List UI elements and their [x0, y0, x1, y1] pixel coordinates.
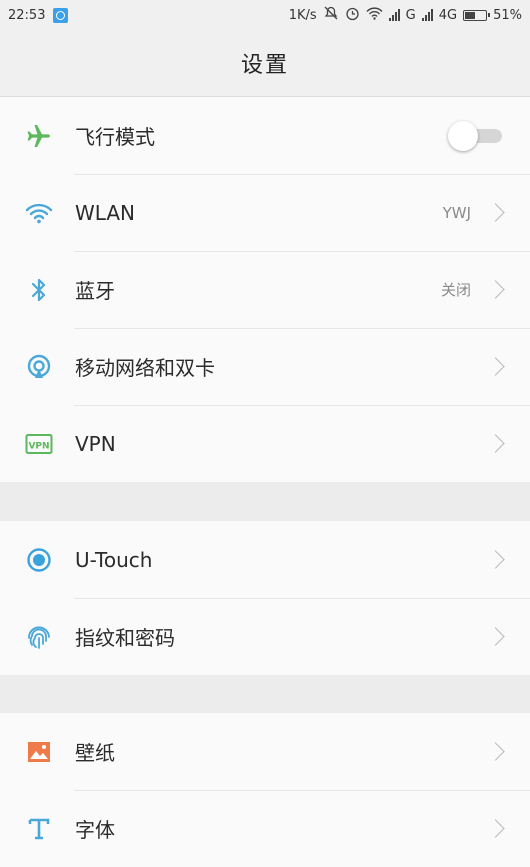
font-icon [25, 815, 53, 843]
settings-item-label: 蓝牙 [75, 279, 115, 303]
chevron-right-icon [486, 627, 505, 646]
mute-icon [323, 6, 339, 24]
chevron-right-icon [486, 550, 505, 569]
settings-group-security: U-Touch 指纹和密码 [0, 521, 530, 675]
settings-group-network: 飞行模式 WLAN YWJ 蓝牙 关闭 移动网络和双卡 VPN VPN [0, 97, 530, 482]
airplane-icon [25, 122, 53, 150]
chevron-right-icon [486, 819, 505, 838]
settings-item-label: 指纹和密码 [75, 626, 175, 650]
mobile-network-icon [25, 353, 53, 381]
settings-group-display: 壁纸 字体 [0, 713, 530, 867]
settings-item-u-touch[interactable]: U-Touch [0, 521, 530, 598]
chevron-right-icon [486, 434, 505, 453]
airplane-mode-toggle[interactable] [448, 120, 502, 151]
chevron-right-icon [486, 203, 505, 222]
network-speed: 1K/s [288, 7, 317, 23]
settings-item-bluetooth[interactable]: 蓝牙 关闭 [0, 251, 530, 328]
page-title: 设置 [240, 53, 289, 78]
wifi-status-icon [366, 6, 383, 24]
chevron-right-icon [486, 357, 505, 376]
chevron-right-icon [486, 280, 505, 299]
u-touch-icon [25, 546, 53, 574]
status-time: 22:53 [8, 7, 46, 23]
settings-item-wallpaper[interactable]: 壁纸 [0, 713, 530, 790]
settings-item-label: 移动网络和双卡 [75, 356, 215, 380]
settings-item-label: 飞行模式 [75, 125, 155, 149]
battery-icon [463, 9, 491, 21]
wlan-network-name: YWJ [442, 203, 471, 222]
settings-item-mobile-network[interactable]: 移动网络和双卡 [0, 328, 530, 405]
vpn-icon: VPN [25, 430, 53, 458]
notification-app-icon [53, 7, 69, 23]
settings-item-wlan[interactable]: WLAN YWJ [0, 174, 530, 251]
settings-item-label: 字体 [75, 818, 115, 842]
settings-item-label: WLAN [75, 200, 136, 225]
settings-item-airplane-mode[interactable]: 飞行模式 [0, 97, 530, 174]
bluetooth-icon [25, 276, 53, 304]
battery-percent: 51% [493, 7, 522, 23]
settings-item-label: VPN [75, 431, 116, 456]
alarm-icon [345, 6, 360, 25]
settings-item-fingerprint[interactable]: 指纹和密码 [0, 598, 530, 675]
settings-item-label: U-Touch [75, 547, 153, 572]
network-type-label: G [405, 7, 416, 23]
bluetooth-status: 关闭 [440, 281, 471, 299]
fingerprint-icon [25, 623, 53, 651]
network-type-label-2: 4G [438, 7, 458, 23]
status-bar: 22:53 1K/s G 4G 51% [0, 0, 530, 30]
settings-item-font[interactable]: 字体 [0, 790, 530, 867]
signal-strength-icon-2 [421, 9, 433, 21]
title-bar: 设置 [0, 30, 530, 97]
wifi-icon [25, 199, 53, 227]
signal-strength-icon [388, 9, 400, 21]
wallpaper-icon [25, 738, 53, 766]
chevron-right-icon [486, 742, 505, 761]
settings-item-label: 壁纸 [75, 741, 115, 765]
settings-item-vpn[interactable]: VPN VPN [0, 405, 530, 482]
svg-text:VPN: VPN [28, 441, 49, 451]
